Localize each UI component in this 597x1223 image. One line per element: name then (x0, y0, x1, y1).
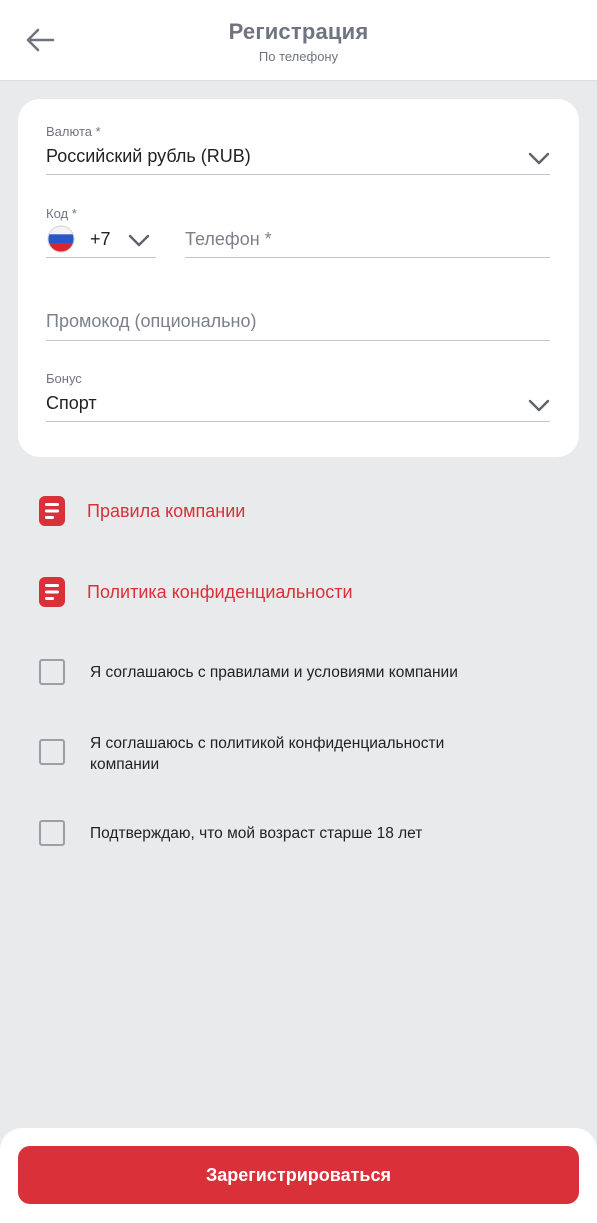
privacy-policy-label: Политика конфиденциальности (87, 581, 353, 602)
agreement-privacy-label: Я соглашаюсь с политикой конфиденциально… (90, 735, 445, 773)
code-underline (46, 257, 156, 258)
chevron-down-icon[interactable] (128, 234, 150, 247)
phone-underline (185, 257, 550, 258)
chevron-down-icon[interactable] (528, 152, 550, 165)
promo-placeholder: Промокод (опционально) (46, 311, 257, 331)
agreement-privacy: Я соглашаюсь с политикой конфиденциально… (39, 735, 475, 775)
company-rules-link[interactable]: Правила компании (39, 496, 245, 526)
agreement-age-checkbox[interactable] (39, 820, 65, 846)
phone-input[interactable]: Телефон * (185, 206, 550, 258)
registration-screen: Регистрация По телефону Валюта * Российс… (0, 0, 597, 1223)
code-label: Код * (46, 206, 77, 221)
phone-placeholder: Телефон * (185, 229, 272, 249)
currency-underline (46, 174, 550, 175)
currency-label: Валюта * (46, 124, 101, 139)
document-icon (39, 496, 65, 526)
privacy-policy-link[interactable]: Политика конфиденциальности (39, 577, 353, 607)
bonus-value: Спорт (46, 393, 97, 413)
agreement-rules-checkbox[interactable] (39, 659, 65, 685)
agreement-rules-label: Я соглашаюсь с правилами и условиями ком… (90, 664, 458, 681)
agreement-age: Подтверждаю, что мой возраст старше 18 л… (39, 820, 490, 846)
bonus-label: Бонус (46, 371, 82, 386)
agreement-rules: Я соглашаюсь с правилами и условиями ком… (39, 659, 490, 685)
promo-code-input[interactable]: Промокод (опционально) (46, 304, 550, 341)
bonus-select[interactable]: Бонус Спорт (46, 371, 550, 422)
bonus-underline (46, 421, 550, 422)
country-code-select[interactable]: Код * +7 (46, 206, 156, 258)
registration-form: Валюта * Российский рубль (RUB) Код * +7 (18, 99, 579, 457)
company-rules-label: Правила компании (87, 500, 246, 521)
russia-flag-icon (47, 225, 75, 253)
currency-value: Российский рубль (RUB) (46, 146, 251, 166)
header: Регистрация По телефону (0, 0, 597, 81)
bottom-action-bar: Зарегистрироваться (0, 1128, 597, 1223)
register-button[interactable]: Зарегистрироваться (18, 1146, 579, 1204)
promo-underline (46, 340, 550, 341)
code-value: +7 (90, 229, 111, 249)
agreement-age-label: Подтверждаю, что мой возраст старше 18 л… (90, 825, 423, 842)
currency-select[interactable]: Валюта * Российский рубль (RUB) (46, 124, 550, 175)
document-icon (39, 577, 65, 607)
page-subtitle: По телефону (258, 49, 339, 64)
page-title: Регистрация (228, 19, 369, 44)
agreement-privacy-checkbox[interactable] (39, 739, 65, 765)
chevron-down-icon[interactable] (528, 399, 550, 412)
